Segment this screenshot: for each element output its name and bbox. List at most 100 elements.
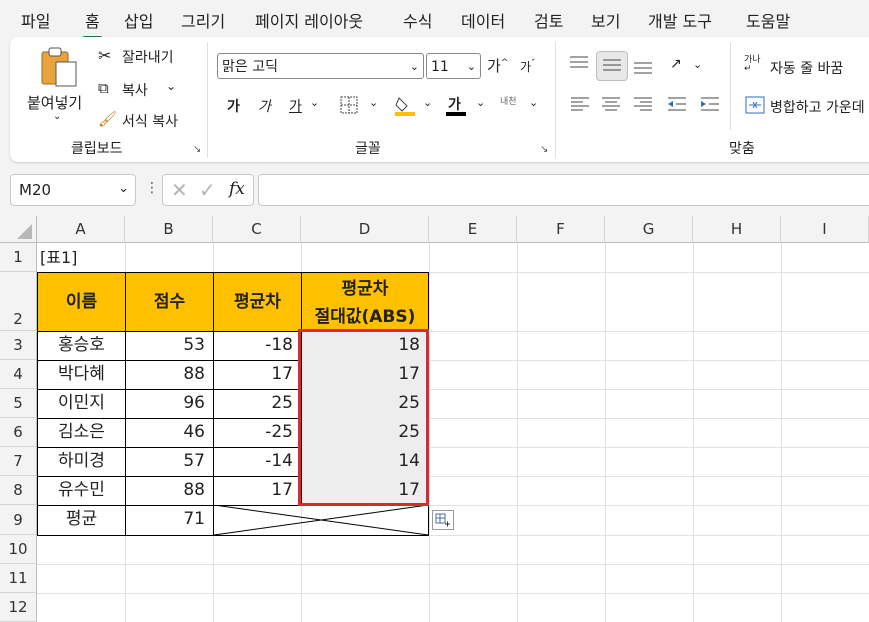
column-header-d[interactable]: D — [301, 216, 429, 243]
diff-cell[interactable]: -18 — [213, 331, 302, 361]
row-header-8[interactable]: 8 — [0, 476, 37, 505]
tab-home[interactable]: 홈 — [83, 8, 102, 39]
average-label-cell[interactable]: 평균 — [37, 505, 126, 536]
copy-button[interactable]: 복사 — [122, 80, 148, 100]
score-cell[interactable]: 96 — [125, 389, 214, 419]
font-launcher-icon[interactable]: ↘ — [540, 144, 548, 155]
row-header-1[interactable]: 1 — [0, 243, 37, 272]
row-header-6[interactable]: 6 — [0, 418, 37, 447]
column-header-g[interactable]: G — [605, 216, 693, 243]
formula-input[interactable] — [258, 174, 869, 206]
borders-icon[interactable] — [340, 96, 358, 118]
column-header-i[interactable]: I — [781, 216, 869, 243]
align-middle-button[interactable] — [596, 51, 628, 81]
chevron-down-icon[interactable]: ⌄ — [693, 58, 702, 71]
enter-icon[interactable]: ✓ — [199, 178, 216, 202]
score-cell[interactable]: 88 — [125, 360, 214, 390]
score-cell[interactable]: 53 — [125, 331, 214, 361]
name-cell[interactable]: 홍승호 — [37, 331, 126, 361]
fill-color-icon[interactable] — [394, 94, 416, 120]
row-header-10[interactable]: 10 — [0, 535, 37, 564]
name-cell[interactable]: 이민지 — [37, 389, 126, 419]
merge-center-icon[interactable] — [745, 96, 765, 118]
phonetic-button[interactable]: 내천 — [500, 94, 517, 107]
name-cell[interactable]: 유수민 — [37, 476, 126, 506]
average-value-cell[interactable]: 71 — [125, 505, 214, 536]
clipboard-launcher-icon[interactable]: ↘ — [193, 144, 201, 155]
copy-icon[interactable]: ⧉ — [98, 79, 109, 97]
diff-cell[interactable]: 25 — [213, 389, 302, 419]
format-painter-button[interactable]: 서식 복사 — [122, 111, 178, 131]
wrap-text-button[interactable]: 자동 줄 바꿈 — [770, 58, 843, 78]
score-cell[interactable]: 88 — [125, 476, 214, 506]
header-cell-score[interactable]: 점수 — [125, 272, 214, 332]
align-center-icon[interactable] — [602, 97, 620, 115]
column-header-f[interactable]: F — [517, 216, 605, 243]
tab-view[interactable]: 보기 — [591, 8, 620, 32]
header-cell-name[interactable]: 이름 — [37, 272, 126, 332]
chevron-down-icon[interactable]: ⌄ — [53, 111, 61, 122]
chevron-down-icon[interactable]: ⌄ — [369, 96, 378, 109]
name-box[interactable]: M20 ⌄ — [10, 174, 136, 206]
align-right-icon[interactable] — [634, 97, 652, 115]
row-header-5[interactable]: 5 — [0, 389, 37, 418]
bold-button[interactable]: 가 — [227, 96, 240, 116]
row-header-9[interactable]: 9 — [0, 505, 37, 535]
grow-font-button[interactable]: 가^ — [487, 55, 508, 76]
tab-data[interactable]: 데이터 — [461, 8, 505, 32]
insert-function-icon[interactable]: fx — [229, 179, 245, 199]
row-header-4[interactable]: 4 — [0, 360, 37, 389]
tab-help[interactable]: 도움말 — [746, 8, 790, 32]
diff-cell[interactable]: -25 — [213, 418, 302, 448]
merge-center-button[interactable]: 병합하고 가운데 — [770, 97, 865, 117]
tab-file[interactable]: 파일 — [21, 8, 50, 32]
select-all-button[interactable] — [0, 216, 37, 243]
italic-button[interactable]: 가 — [258, 96, 271, 116]
format-painter-icon[interactable]: 🖌 — [98, 110, 117, 128]
score-cell[interactable]: 46 — [125, 418, 214, 448]
cancel-icon[interactable]: ✕ — [171, 178, 188, 202]
score-cell[interactable]: 57 — [125, 447, 214, 477]
decrease-indent-icon[interactable] — [668, 97, 686, 115]
copy-dropdown-icon[interactable]: ⌄ — [166, 79, 176, 93]
chevron-down-icon[interactable]: ⌄ — [529, 96, 538, 109]
table-caption[interactable]: [표1] — [40, 244, 77, 272]
font-size-select[interactable]: 11 ⌄ — [426, 53, 481, 79]
align-top-icon[interactable] — [570, 56, 588, 74]
tab-formulas[interactable]: 수식 — [403, 8, 432, 32]
chevron-down-icon[interactable]: ⌄ — [310, 96, 319, 109]
underline-button[interactable]: 가 — [289, 96, 302, 116]
header-cell-diff[interactable]: 평균차 — [213, 272, 302, 332]
font-name-select[interactable]: 맑은 고딕 ⌄ — [217, 53, 424, 79]
cut-button[interactable]: 잘라내기 — [122, 47, 174, 67]
tab-review[interactable]: 검토 — [534, 8, 563, 32]
column-header-a[interactable]: A — [37, 216, 125, 243]
column-header-e[interactable]: E — [429, 216, 517, 243]
crossed-out-cell[interactable] — [213, 505, 429, 536]
chevron-down-icon[interactable]: ⌄ — [476, 96, 485, 109]
align-left-icon[interactable] — [571, 97, 589, 115]
quick-analysis-icon[interactable] — [432, 510, 454, 530]
row-header-7[interactable]: 7 — [0, 447, 37, 476]
more-options-icon[interactable]: ⋮ — [145, 180, 159, 196]
chevron-down-icon[interactable]: ⌄ — [423, 96, 432, 109]
tab-developer[interactable]: 개발 도구 — [648, 8, 712, 32]
wrap-text-icon[interactable]: 가나 ↵ — [744, 56, 761, 74]
tab-page-layout[interactable]: 페이지 레이아웃 — [255, 8, 363, 32]
column-header-b[interactable]: B — [125, 216, 213, 243]
row-header-3[interactable]: 3 — [0, 331, 37, 360]
tab-draw[interactable]: 그리기 — [181, 8, 225, 32]
diff-cell[interactable]: -14 — [213, 447, 302, 477]
row-header-11[interactable]: 11 — [0, 564, 37, 593]
scissors-icon[interactable]: ✂ — [98, 46, 111, 65]
orientation-icon[interactable]: ↗ — [670, 56, 682, 72]
row-header-2[interactable]: 2 — [0, 272, 37, 331]
column-header-c[interactable]: C — [213, 216, 301, 243]
name-cell[interactable]: 하미경 — [37, 447, 126, 477]
name-cell[interactable]: 박다혜 — [37, 360, 126, 390]
tab-insert[interactable]: 삽입 — [124, 8, 153, 32]
increase-indent-icon[interactable] — [701, 97, 719, 115]
column-header-h[interactable]: H — [693, 216, 781, 243]
paste-label[interactable]: 붙여넣기 — [27, 92, 82, 113]
row-header-12[interactable]: 12 — [0, 593, 37, 622]
